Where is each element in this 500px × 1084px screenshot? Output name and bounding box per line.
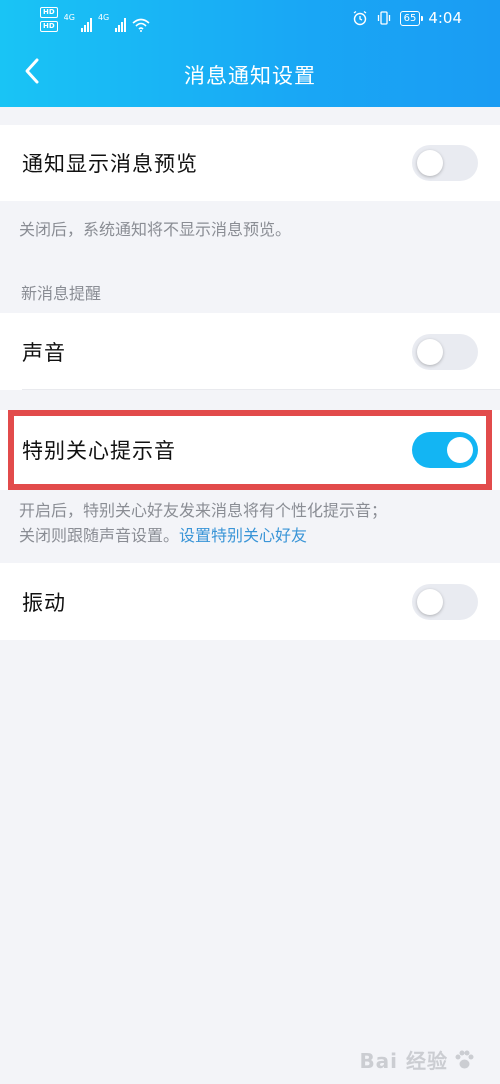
- header: HD HD 4G 4G 65 4:04 消息通知设置: [0, 0, 500, 107]
- toggle-knob: [447, 437, 473, 463]
- divider: [22, 389, 500, 390]
- setting-label: 特别关心提示音: [22, 439, 176, 463]
- setting-label: 通知显示消息预览: [22, 152, 198, 176]
- watermark-text: Bai 经验: [359, 1049, 448, 1073]
- page-title: 消息通知设置: [184, 64, 316, 88]
- paw-icon: [455, 1050, 474, 1068]
- signal-icon: [80, 18, 92, 32]
- preview-hint: 关闭后，系统通知将不显示消息预览。: [19, 220, 292, 239]
- toggle-knob: [417, 150, 443, 176]
- clock: 4:04: [428, 9, 462, 27]
- set-special-friends-link[interactable]: 设置特别关心好友: [179, 526, 307, 545]
- status-left: HD HD 4G 4G: [40, 7, 150, 32]
- sound-toggle: [412, 333, 478, 370]
- hd-badge: HD: [40, 7, 58, 18]
- toggle-knob: [417, 338, 443, 365]
- signal-icon: [115, 18, 127, 32]
- vibrate-icon: [377, 11, 390, 25]
- setting-label: 声音: [22, 340, 66, 365]
- setting-row-sound: 声音: [0, 313, 500, 390]
- alarm-icon: [353, 10, 366, 26]
- section-title-new-message: 新消息提醒: [21, 284, 102, 303]
- special-tone-toggle[interactable]: [412, 432, 478, 468]
- hd-badge: HD: [40, 21, 58, 32]
- vibrate-toggle[interactable]: [412, 583, 478, 620]
- nav-bar: 消息通知设置: [0, 36, 500, 107]
- setting-label: 振动: [22, 590, 66, 615]
- setting-row-preview: 通知显示消息预览: [0, 125, 500, 201]
- network-type: 4G: [63, 13, 75, 22]
- setting-row-vibrate: 振动: [0, 563, 500, 640]
- watermark: Bai 经验: [359, 1045, 476, 1074]
- network-type: 4G: [97, 13, 110, 22]
- status-bar: HD HD 4G 4G 65 4:04: [0, 0, 500, 36]
- hd-indicators: HD HD: [40, 7, 58, 32]
- battery-icon: 65: [399, 10, 424, 26]
- status-right: 65 4:04: [352, 9, 462, 27]
- hint-line-1: 开启后，特别关心好友发来消息将有个性化提示音；: [19, 501, 388, 520]
- special-tone-hint: 开启后，特别关心好友发来消息将有个性化提示音； 关闭则跟随声音设置。设置特别关心…: [19, 498, 484, 548]
- setting-row-special-tone: 特别关心提示音: [0, 410, 500, 490]
- preview-toggle[interactable]: [412, 145, 478, 181]
- toggle-knob: [417, 588, 443, 615]
- hint-line-2: 关闭则跟随声音设置。设置特别关心好友: [19, 523, 484, 548]
- hint-text: 关闭则跟随声音设置。: [19, 526, 180, 545]
- wifi-icon: [132, 18, 150, 32]
